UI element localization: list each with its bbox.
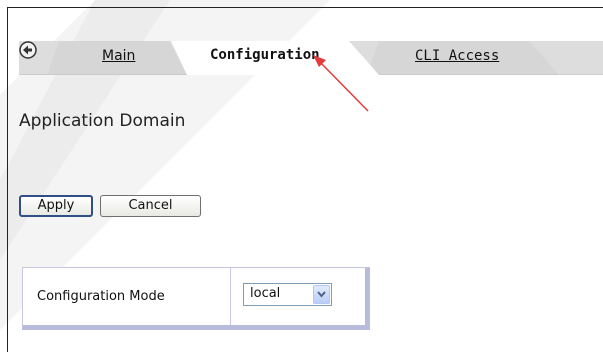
tab-cli-access[interactable]: CLI Access xyxy=(415,48,499,64)
cancel-button[interactable]: Cancel xyxy=(100,195,201,217)
page-title: Application Domain xyxy=(19,111,186,131)
configuration-mode-select[interactable]: local xyxy=(243,283,332,306)
chevron-down-icon xyxy=(317,291,326,298)
dropdown-button[interactable] xyxy=(313,285,330,304)
configuration-mode-label: Configuration Mode xyxy=(23,268,231,325)
configuration-mode-value: local xyxy=(250,286,281,301)
tab-main[interactable]: Main xyxy=(102,48,135,64)
back-arrow-icon[interactable] xyxy=(19,41,37,59)
tab-configuration[interactable]: Configuration xyxy=(210,47,320,63)
configuration-table: Configuration Mode local xyxy=(22,267,370,330)
tab-bar: Main Configuration CLI Access xyxy=(19,41,603,75)
apply-button[interactable]: Apply xyxy=(19,195,93,217)
